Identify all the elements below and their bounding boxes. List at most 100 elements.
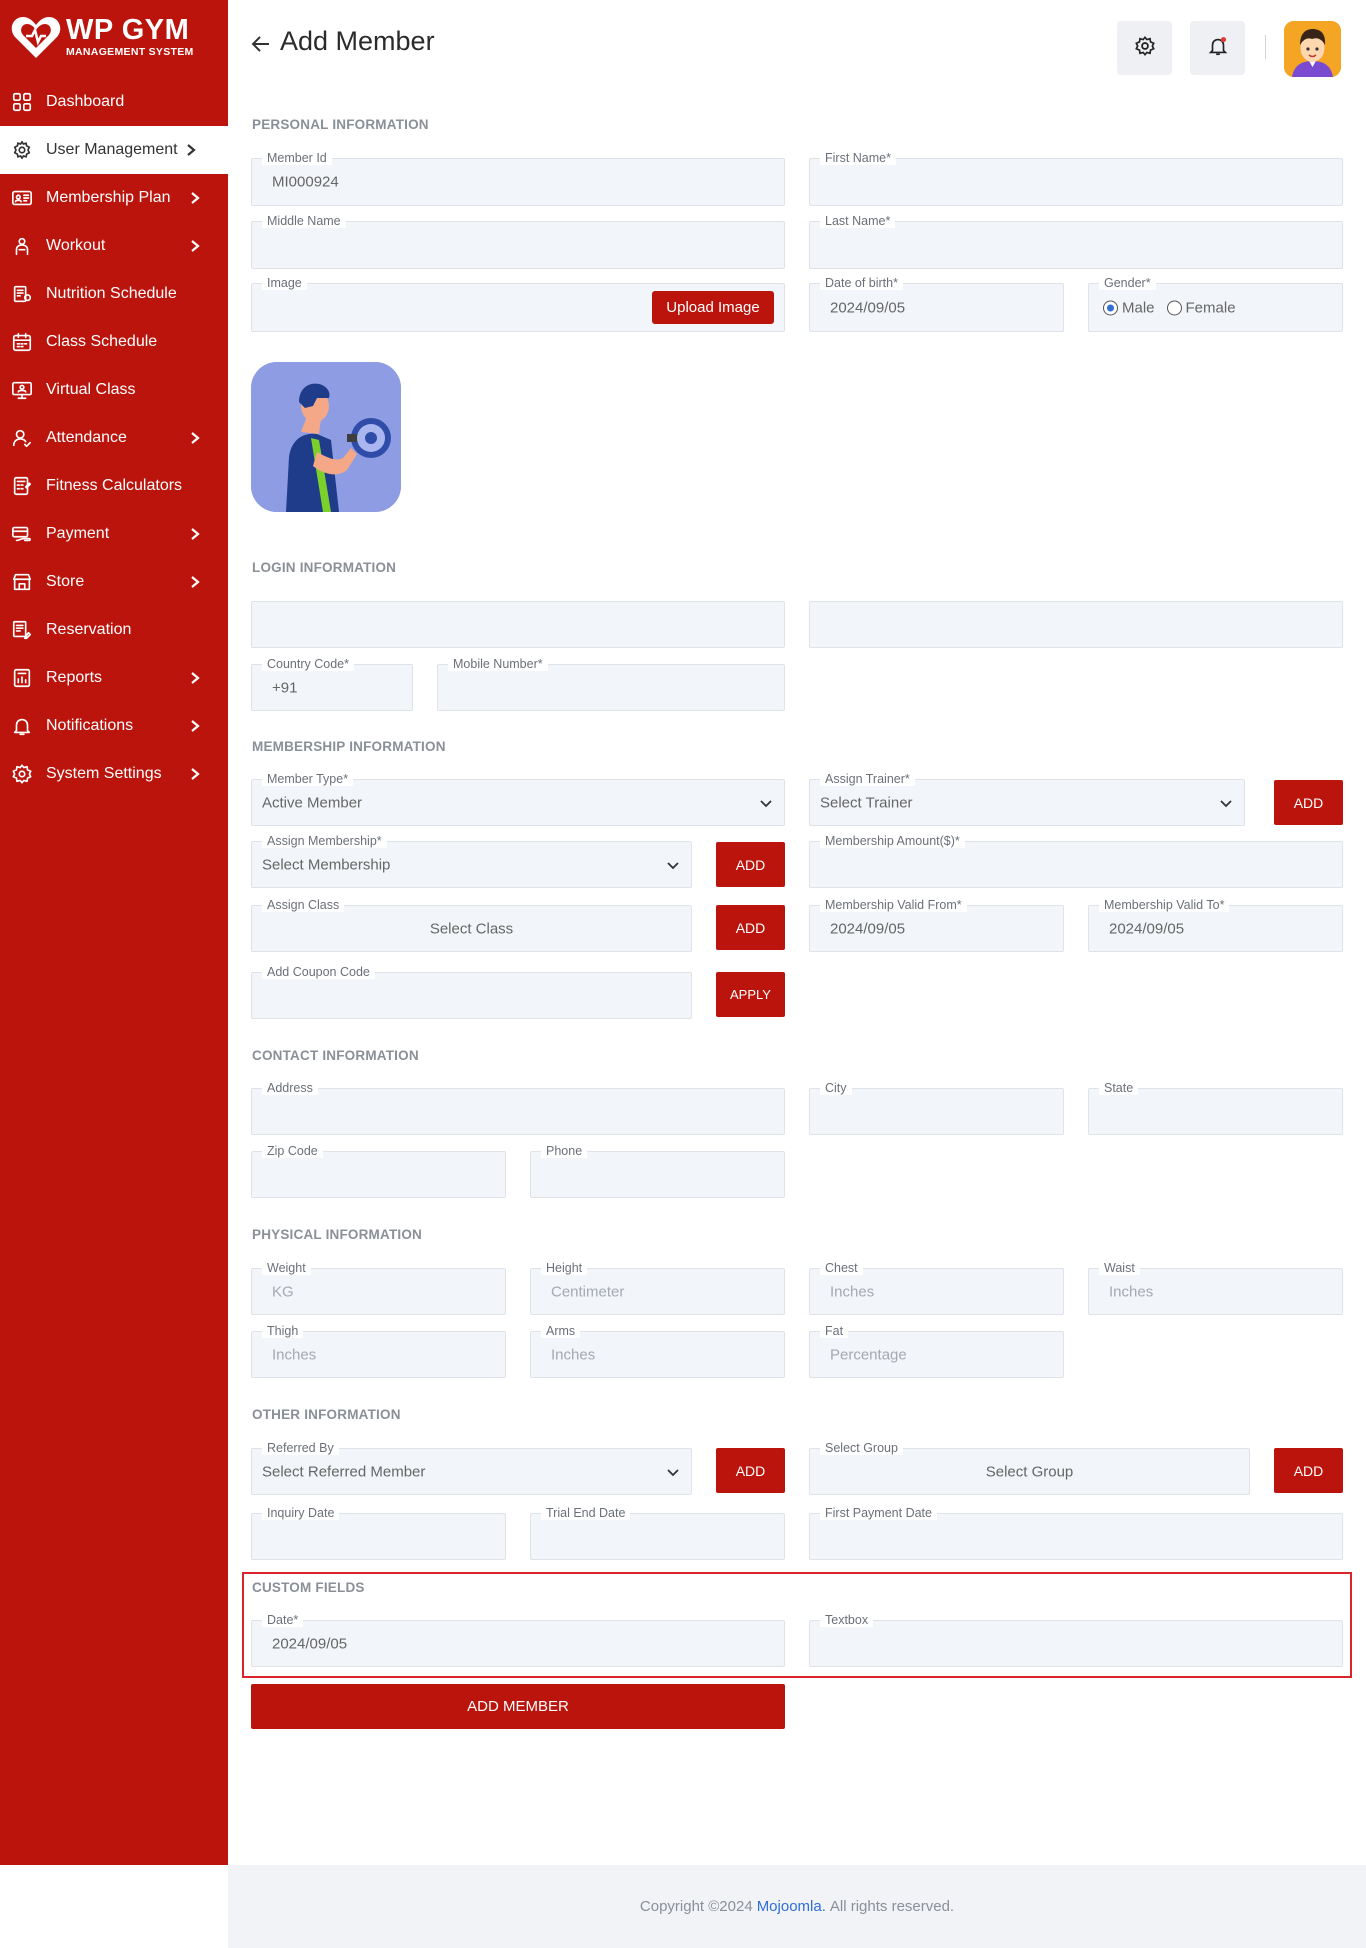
section-other-title: OTHER INFORMATION xyxy=(252,1407,401,1422)
mobile-number-field[interactable]: Mobile Number* xyxy=(437,657,785,711)
sidebar-item-system-settings[interactable]: System Settings xyxy=(0,750,228,798)
sidebar-item-attendance[interactable]: Attendance xyxy=(0,414,228,462)
valid-from-field[interactable]: Membership Valid From* 2024/09/05 xyxy=(809,898,1064,952)
custom-date-field[interactable]: Date* 2024/09/05 xyxy=(251,1613,785,1667)
sidebar-item-notifications[interactable]: Notifications xyxy=(0,702,228,750)
nutrition-icon xyxy=(10,282,34,306)
page-title: Add Member xyxy=(280,26,435,56)
add-group-button[interactable]: ADD xyxy=(1274,1448,1343,1493)
login-password-field[interactable] xyxy=(809,601,1343,648)
select-group-field[interactable]: Select Group Select Group xyxy=(809,1441,1250,1495)
middle-name-field[interactable]: Middle Name xyxy=(251,214,785,269)
country-code-field[interactable]: Country Code* +91 xyxy=(251,657,413,711)
sidebar-item-fitness-calculators[interactable]: Fitness Calculators xyxy=(0,462,228,510)
header-divider xyxy=(1265,35,1266,59)
member-type-select[interactable]: Member Type* Active Member xyxy=(251,772,785,826)
chevron-right-icon xyxy=(188,191,202,205)
chest-field[interactable]: Chest Inches xyxy=(809,1261,1064,1315)
sidebar-item-user-management[interactable]: User Management xyxy=(0,126,228,174)
inquiry-date-label: Inquiry Date xyxy=(262,1506,340,1520)
chevron-right-icon xyxy=(184,143,198,157)
chevron-down-icon xyxy=(665,857,681,873)
referred-by-select[interactable]: Referred By Select Referred Member xyxy=(251,1441,692,1495)
coupon-code-field[interactable]: Add Coupon Code xyxy=(251,965,692,1019)
first-name-label: First Name* xyxy=(820,151,896,165)
address-field[interactable]: Address xyxy=(251,1081,785,1135)
phone-field[interactable]: Phone xyxy=(530,1144,785,1198)
city-field[interactable]: City xyxy=(809,1081,1064,1135)
thigh-label: Thigh xyxy=(262,1324,304,1338)
date-of-birth-field[interactable]: Date of birth* 2024/09/05 xyxy=(809,276,1064,332)
trial-end-date-field[interactable]: Trial End Date xyxy=(530,1506,785,1560)
gender-male-radio[interactable] xyxy=(1103,300,1118,315)
gender-female-label: Female xyxy=(1185,299,1236,316)
fat-field[interactable]: Fat Percentage xyxy=(809,1324,1064,1378)
assign-class-select[interactable]: Assign Class Select Class xyxy=(251,898,692,952)
sidebar: WP GYM MANAGEMENT SYSTEM Dashboard User M… xyxy=(0,0,228,1865)
add-membership-button[interactable]: ADD xyxy=(716,842,785,887)
add-trainer-button[interactable]: ADD xyxy=(1274,780,1343,825)
height-field[interactable]: Height Centimeter xyxy=(530,1261,785,1315)
sidebar-item-payment[interactable]: Payment xyxy=(0,510,228,558)
sidebar-item-membership-plan[interactable]: Membership Plan xyxy=(0,174,228,222)
thigh-field[interactable]: Thigh Inches xyxy=(251,1324,506,1378)
footer-brand-link[interactable]: Mojoomla. xyxy=(757,1898,826,1915)
sidebar-item-virtual-class[interactable]: Virtual Class xyxy=(0,366,228,414)
assign-membership-select[interactable]: Assign Membership* Select Membership xyxy=(251,834,692,888)
dashboard-icon xyxy=(10,90,34,114)
sidebar-item-nutrition-schedule[interactable]: Nutrition Schedule xyxy=(0,270,228,318)
arms-field[interactable]: Arms Inches xyxy=(530,1324,785,1378)
waist-placeholder: Inches xyxy=(1109,1283,1154,1300)
gender-female-radio[interactable] xyxy=(1166,300,1182,315)
waist-field[interactable]: Waist Inches xyxy=(1088,1261,1343,1315)
inquiry-date-field[interactable]: Inquiry Date xyxy=(251,1506,506,1560)
apply-coupon-button[interactable]: APPLY xyxy=(716,972,785,1017)
login-email-field[interactable] xyxy=(251,601,785,648)
referred-by-label: Referred By xyxy=(262,1441,339,1455)
sidebar-item-reports[interactable]: Reports xyxy=(0,654,228,702)
notifications-button[interactable] xyxy=(1190,21,1245,75)
custom-date-label: Date* xyxy=(262,1613,304,1627)
settings-button[interactable] xyxy=(1117,21,1172,75)
member-id-label: Member Id xyxy=(262,151,332,165)
weight-label: Weight xyxy=(262,1261,311,1275)
member-type-value: Active Member xyxy=(262,794,363,811)
sidebar-item-label: Workout xyxy=(46,237,106,254)
state-field[interactable]: State xyxy=(1088,1081,1343,1135)
footer: Copyright ©2024 Mojoomla. All rights res… xyxy=(228,1865,1366,1948)
virtual-class-icon xyxy=(10,378,34,402)
logo[interactable]: WP GYM MANAGEMENT SYSTEM xyxy=(10,12,194,62)
sidebar-item-reservation[interactable]: Reservation xyxy=(0,606,228,654)
upload-image-button[interactable]: Upload Image xyxy=(652,291,774,324)
member-image-preview xyxy=(251,362,401,512)
valid-to-field[interactable]: Membership Valid To* 2024/09/05 xyxy=(1088,898,1343,952)
custom-textbox-field[interactable]: Textbox xyxy=(809,1613,1343,1667)
sidebar-item-class-schedule[interactable]: Class Schedule xyxy=(0,318,228,366)
membership-amount-field[interactable]: Membership Amount($)* xyxy=(809,834,1343,888)
sidebar-item-dashboard[interactable]: Dashboard xyxy=(0,78,228,126)
membership-amount-label: Membership Amount($)* xyxy=(820,834,965,848)
settings-icon xyxy=(10,762,34,786)
zip-code-label: Zip Code xyxy=(262,1144,323,1158)
back-arrow-icon[interactable] xyxy=(250,31,272,53)
add-referred-member-button[interactable]: ADD xyxy=(716,1448,785,1493)
select-group-label: Select Group xyxy=(820,1441,903,1455)
height-label: Height xyxy=(541,1261,588,1275)
zip-code-field[interactable]: Zip Code xyxy=(251,1144,506,1198)
assign-trainer-select[interactable]: Assign Trainer* Select Trainer xyxy=(809,772,1245,826)
add-class-button[interactable]: ADD xyxy=(716,905,785,950)
sidebar-item-label: Attendance xyxy=(46,429,127,446)
sidebar-item-store[interactable]: Store xyxy=(0,558,228,606)
member-id-field[interactable]: Member Id MI000924 xyxy=(251,151,785,206)
last-name-field[interactable]: Last Name* xyxy=(809,214,1343,269)
sidebar-item-workout[interactable]: Workout xyxy=(0,222,228,270)
weight-field[interactable]: Weight KG xyxy=(251,1261,506,1315)
first-payment-date-field[interactable]: First Payment Date xyxy=(809,1506,1343,1560)
add-member-submit-button[interactable]: ADD MEMBER xyxy=(251,1684,785,1729)
first-name-field[interactable]: First Name* xyxy=(809,151,1343,206)
section-personal-title: PERSONAL INFORMATION xyxy=(252,117,429,132)
avatar[interactable] xyxy=(1284,21,1341,77)
last-name-label: Last Name* xyxy=(820,214,896,228)
date-of-birth-value: 2024/09/05 xyxy=(830,299,906,316)
sidebar-item-label: Fitness Calculators xyxy=(46,477,183,494)
